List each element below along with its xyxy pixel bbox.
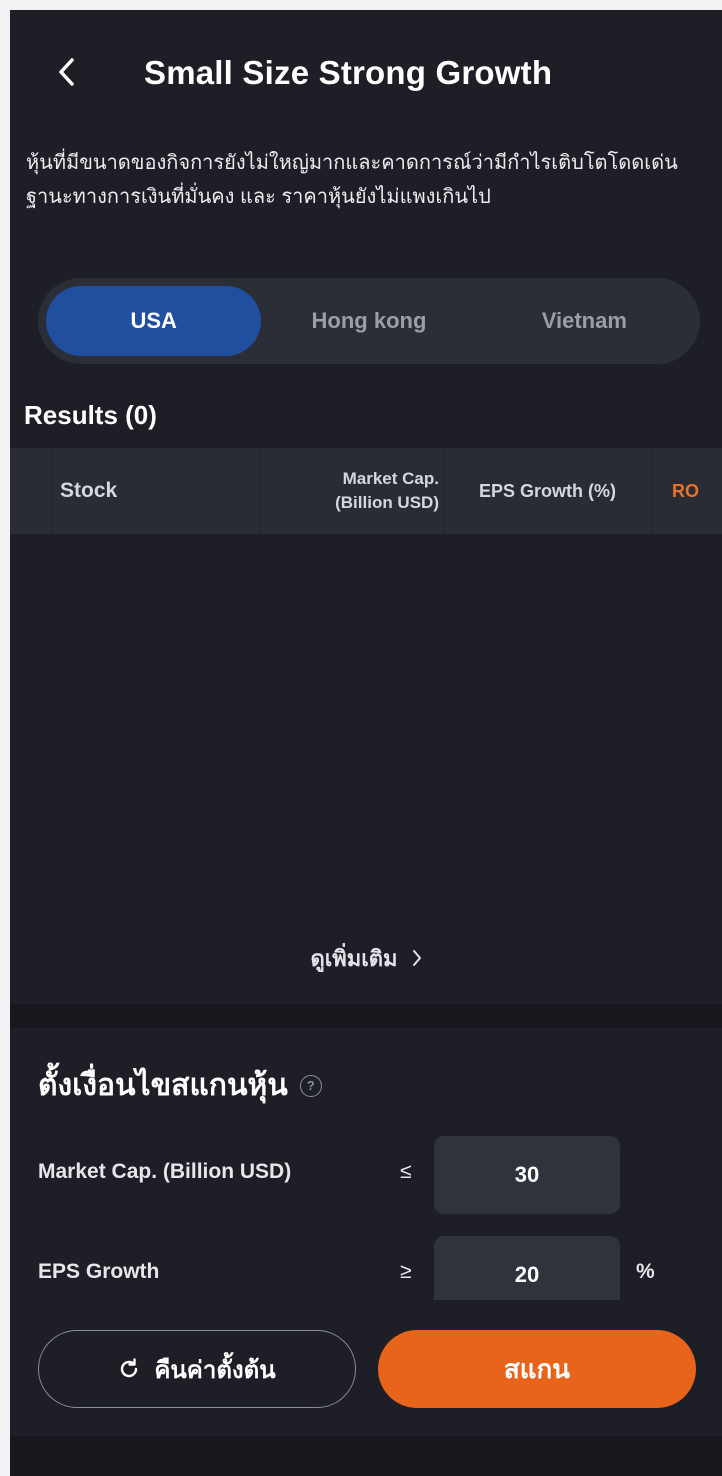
condition-operator: ≤ [400,1160,412,1183]
market-cap-input[interactable]: 30 [434,1136,620,1214]
market-tabs: USA Hong kong Vietnam [38,278,700,364]
see-more-label: ดูเพิ่มเติม [310,945,398,971]
condition-label: Market Cap. (Billion USD) [38,1160,292,1183]
reset-button[interactable]: คืนค่าตั้งต้น [38,1330,356,1408]
header: Small Size Strong Growth [10,10,722,130]
condition-unit: % [636,1260,655,1283]
refresh-icon [121,1358,138,1378]
section-divider [10,1004,722,1028]
column-spacer [10,448,52,534]
results-title: Results (0) [24,400,157,430]
condition-operator: ≥ [400,1260,412,1283]
conditions-section-title: ตั้งเงื่อนไขสแกนหุ้น ? [38,1062,322,1109]
page-title: Small Size Strong Growth [144,54,553,91]
see-more-link[interactable]: ดูเพิ่มเติม [10,938,722,978]
column-market-cap-unit: (Billion USD) [335,493,439,512]
column-eps-growth[interactable]: EPS Growth (%) [444,448,652,534]
tab-vietnam[interactable]: Vietnam [477,286,692,356]
column-market-cap-label: Market Cap. [342,469,439,488]
bottom-safe-area [10,1436,722,1476]
conditions-title: ตั้งเงื่อนไขสแกนหุ้น [38,1069,288,1102]
tab-usa[interactable]: USA [46,286,262,356]
results-table-body [10,534,722,1004]
column-stock[interactable]: Stock [52,448,260,534]
condition-label: EPS Growth [38,1260,160,1283]
tab-hong-kong[interactable]: Hong kong [261,286,476,356]
strategy-description: หุ้นที่มีขนาดของกิจการยังไม่ใหญ่มากและคา… [26,152,678,208]
column-market-cap[interactable]: Market Cap. (Billion USD) [260,448,444,534]
action-bar: คืนค่าตั้งต้น สแกน [10,1300,722,1436]
column-extra[interactable]: RO [652,448,722,534]
chevron-left-icon [59,58,74,86]
results-table-header: Stock Market Cap. (Billion USD) EPS Grow… [10,448,722,534]
condition-row-market-cap: Market Cap. (Billion USD) ≤ 30 [10,1136,722,1214]
chevron-right-icon [412,950,421,966]
back-button[interactable] [46,52,86,92]
scan-button[interactable]: สแกน [378,1330,696,1408]
help-circle-icon[interactable]: ? [299,1074,322,1097]
app-screen: Small Size Strong Growth หุ้นที่มีขนาดขอ… [10,10,722,1476]
reset-label: คืนค่าตั้งต้น [154,1356,276,1384]
